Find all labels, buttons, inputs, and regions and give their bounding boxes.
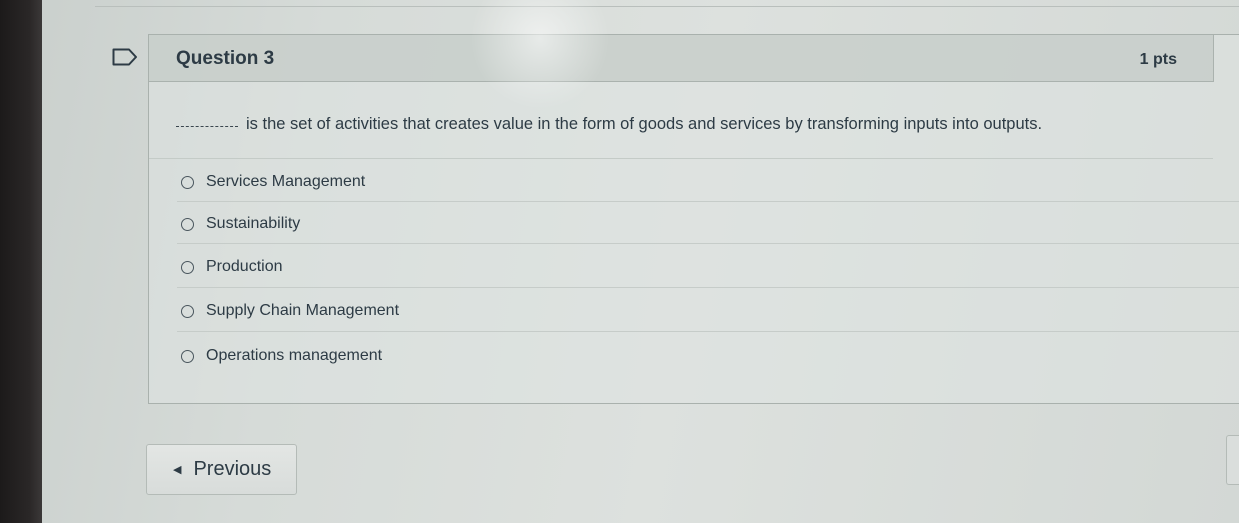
answer-divider xyxy=(177,287,1239,288)
screen-bezel xyxy=(0,0,42,523)
question-header: Question 3 1 pts xyxy=(149,35,1214,82)
answer-label: Operations management xyxy=(206,347,383,364)
radio-button[interactable] xyxy=(181,304,194,318)
radio-button[interactable] xyxy=(181,260,194,274)
question-points: 1 pts xyxy=(1139,51,1177,68)
answer-divider xyxy=(177,243,1239,244)
answer-blank xyxy=(176,126,238,127)
question-card: Question 3 1 pts is the set of activitie… xyxy=(148,34,1239,404)
previous-button[interactable]: ◀ Previous xyxy=(146,444,297,495)
question-divider xyxy=(149,158,1213,159)
answer-option[interactable]: Supply Chain Management xyxy=(181,297,399,325)
answer-label: Services Management xyxy=(206,173,366,190)
flag-question-icon[interactable] xyxy=(112,48,138,66)
radio-button[interactable] xyxy=(181,349,194,363)
answer-option[interactable]: Operations management xyxy=(181,342,382,370)
answer-label: Sustainability xyxy=(206,215,301,232)
question-text-body: is the set of activities that creates va… xyxy=(246,115,1043,133)
answer-divider xyxy=(177,331,1239,332)
answer-option[interactable]: Sustainability xyxy=(181,210,300,238)
caret-left-icon: ◀ xyxy=(173,464,182,476)
answer-option[interactable]: Production xyxy=(181,253,283,281)
radio-button[interactable] xyxy=(181,175,194,189)
answer-option[interactable]: Services Management xyxy=(181,168,365,196)
radio-button[interactable] xyxy=(181,217,194,231)
next-button[interactable] xyxy=(1226,435,1239,485)
question-text: is the set of activities that creates va… xyxy=(176,115,1042,134)
question-title: Question 3 xyxy=(176,48,275,69)
previous-label: Previous xyxy=(193,458,272,480)
answer-divider xyxy=(177,201,1239,202)
answer-label: Supply Chain Management xyxy=(206,302,400,319)
answer-label: Production xyxy=(206,258,283,275)
top-divider xyxy=(95,6,1239,7)
